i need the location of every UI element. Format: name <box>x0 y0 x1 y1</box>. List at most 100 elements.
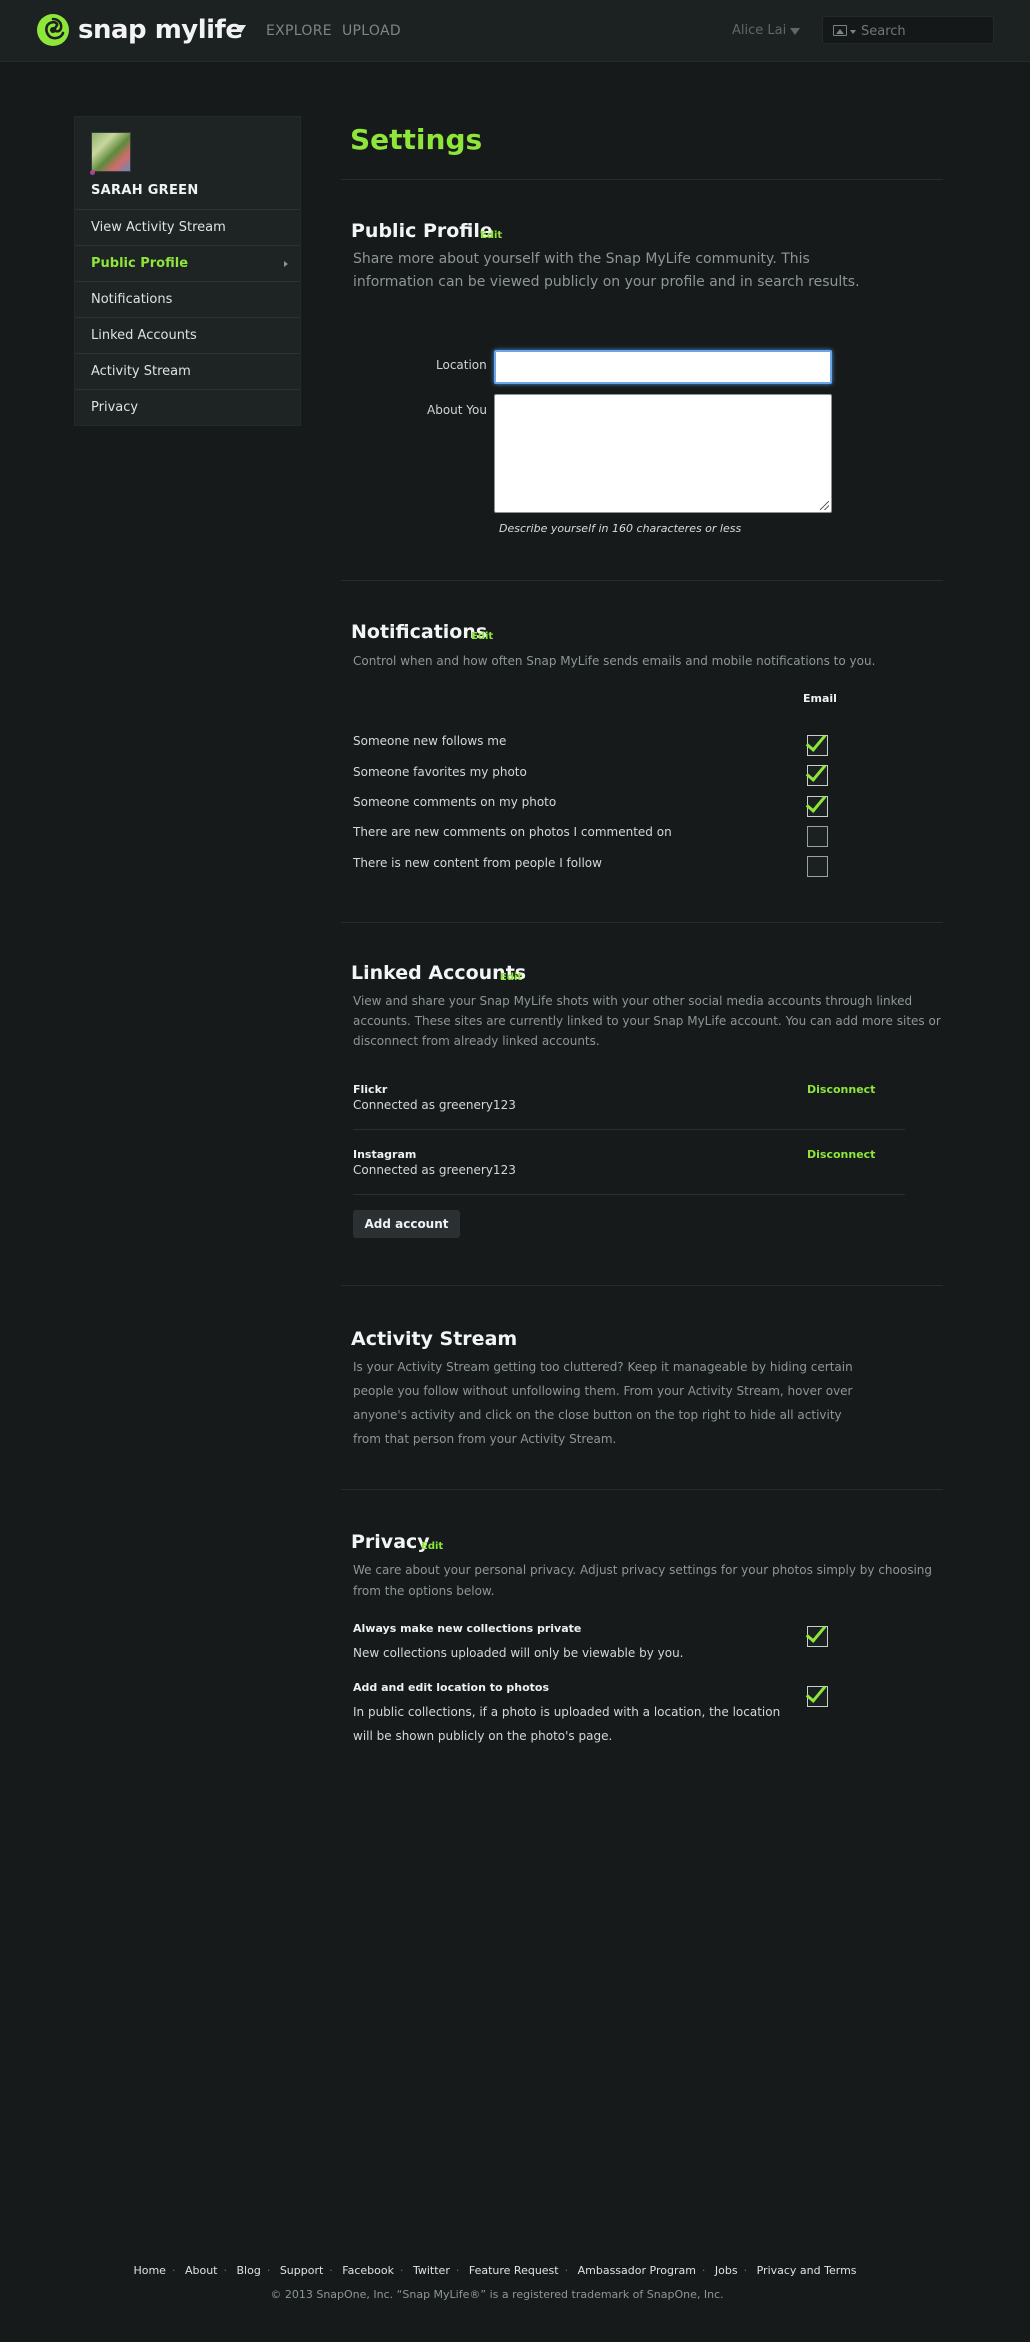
chevron-right-icon <box>284 261 288 267</box>
snap-mylife-logo-icon <box>37 14 69 46</box>
footer-link-support[interactable]: Support <box>280 2264 323 2277</box>
chevron-down-icon[interactable] <box>236 25 246 33</box>
separator: · <box>266 2264 271 2277</box>
activity-stream-title: Activity Stream <box>351 1328 518 1350</box>
separator: · <box>564 2264 569 2277</box>
about-you-hint: Describe yourself in 160 characteres or … <box>499 522 742 535</box>
email-checkbox-favorites[interactable] <box>807 765 828 786</box>
separator: · <box>399 2264 404 2277</box>
separator: · <box>223 2264 227 2277</box>
footer-link-facebook[interactable]: Facebook <box>342 2264 394 2277</box>
footer-link-feature-request[interactable]: Feature Request <box>469 2264 559 2277</box>
public-profile-desc-line: Share more about yourself with the Snap … <box>353 251 810 267</box>
email-checkbox-comments-commented[interactable] <box>807 826 828 847</box>
top-navigation-bar: snap mylife EXPLORE UPLOAD Alice Lai <box>0 0 1030 62</box>
notification-row-label: There are new comments on photos I comme… <box>353 825 672 839</box>
disconnect-instagram-link[interactable]: Disconnect <box>807 1148 875 1161</box>
public-profile-title: Public Profile <box>351 220 493 242</box>
sidebar-item-label: Privacy <box>91 400 139 415</box>
email-checkbox-new-content[interactable] <box>807 856 828 877</box>
privacy-option-desc: In public collections, if a photo is upl… <box>353 1705 781 1719</box>
linked-accounts-desc-line: View and share your Snap MyLife shots wi… <box>353 994 913 1008</box>
user-menu[interactable]: Alice Lai <box>732 23 786 38</box>
avatar[interactable] <box>91 132 131 172</box>
divider <box>353 1129 905 1130</box>
resize-handle-icon[interactable] <box>820 501 829 510</box>
footer-links: Home · About · Blog · Support · Facebook · Tw… <box>0 2264 990 2277</box>
account-status: Connected as greenery123 <box>353 1163 516 1177</box>
logo-text: snap mylife <box>78 15 243 45</box>
linked-accounts-edit-link[interactable]: Edit <box>500 972 522 983</box>
divider <box>341 179 943 180</box>
divider <box>341 1285 943 1286</box>
location-field[interactable] <box>494 350 832 384</box>
search-input[interactable] <box>861 21 987 41</box>
privacy-edit-link[interactable]: Edit <box>421 1541 443 1552</box>
footer-copyright: © 2013 SnapOne, Inc. “Snap MyLife®” is a… <box>270 2288 724 2301</box>
sidebar-item-activity-stream[interactable]: Activity Stream <box>75 353 300 389</box>
divider <box>341 580 943 581</box>
notification-row-label: Someone comments on my photo <box>353 795 557 809</box>
divider <box>353 1194 905 1195</box>
email-checkbox-new-follower[interactable] <box>807 735 828 756</box>
sidebar-item-privacy[interactable]: Privacy <box>75 389 300 425</box>
sidebar-item-view-activity-stream[interactable]: View Activity Stream <box>75 209 300 245</box>
separator: · <box>743 2264 748 2277</box>
separator: · <box>171 2264 176 2277</box>
sidebar-item-label: View Activity Stream <box>91 220 226 235</box>
add-account-button[interactable]: Add account <box>353 1210 460 1238</box>
chevron-down-icon[interactable] <box>790 28 800 35</box>
privacy-title: Privacy <box>351 1531 430 1553</box>
footer-link-blog[interactable]: Blog <box>236 2264 260 2277</box>
sidebar-user-name: SARAH GREEN <box>91 183 199 198</box>
notifications-desc: Control when and how often Snap MyLife s… <box>353 654 876 668</box>
activity-stream-desc-line: people you follow without unfollowing th… <box>353 1384 853 1398</box>
location-label: Location <box>436 358 487 372</box>
linked-accounts-desc-line: accounts. These sites are currently link… <box>353 1014 941 1028</box>
privacy-option-desc: will be shown publicly on the photo's pa… <box>353 1729 613 1743</box>
footer-link-jobs[interactable]: Jobs <box>715 2264 738 2277</box>
status-dot <box>90 170 95 175</box>
separator: · <box>455 2264 460 2277</box>
about-you-label: About You <box>427 403 487 417</box>
separator: · <box>701 2264 706 2277</box>
activity-stream-desc-line: from that person from your Activity Stre… <box>353 1432 617 1446</box>
email-checkbox-comments[interactable] <box>807 796 828 817</box>
public-profile-edit-link[interactable]: Edit <box>480 230 502 241</box>
footer-link-ambassador[interactable]: Ambassador Program <box>578 2264 696 2277</box>
sidebar-item-notifications[interactable]: Notifications <box>75 281 300 317</box>
divider <box>341 1489 943 1490</box>
location-photos-checkbox[interactable] <box>807 1686 828 1707</box>
about-you-field[interactable] <box>494 394 832 513</box>
image-icon[interactable] <box>833 25 847 36</box>
footer-link-about[interactable]: About <box>185 2264 218 2277</box>
notifications-title: Notifications <box>351 621 488 643</box>
notification-row-label: There is new content from people I follo… <box>353 856 602 870</box>
sidebar-item-label: Activity Stream <box>91 364 191 379</box>
email-column-header: Email <box>803 692 837 705</box>
sidebar-item-label: Notifications <box>91 292 173 307</box>
sidebar-item-label: Linked Accounts <box>91 328 197 343</box>
footer-link-twitter[interactable]: Twitter <box>413 2264 450 2277</box>
disconnect-flickr-link[interactable]: Disconnect <box>807 1083 875 1096</box>
notifications-edit-link[interactable]: Edit <box>471 631 493 642</box>
page-title: Settings <box>350 123 483 156</box>
nav-explore[interactable]: EXPLORE <box>266 23 332 39</box>
footer-link-home[interactable]: Home <box>133 2264 165 2277</box>
private-collections-checkbox[interactable] <box>807 1626 828 1647</box>
chevron-down-icon[interactable] <box>850 30 856 34</box>
linked-accounts-desc-line: disconnect from already linked accounts. <box>353 1034 600 1048</box>
divider <box>341 922 943 923</box>
notification-row-label: Someone new follows me <box>353 734 507 748</box>
footer-link-privacy-terms[interactable]: Privacy and Terms <box>757 2264 857 2277</box>
sidebar-item-public-profile[interactable]: Public Profile <box>75 245 300 281</box>
settings-sidebar: SARAH GREEN View Activity Stream Public … <box>74 116 301 426</box>
account-status: Connected as greenery123 <box>353 1098 516 1112</box>
account-name-flickr: Flickr <box>353 1083 388 1096</box>
logo[interactable]: snap mylife <box>36 13 243 47</box>
search-box <box>822 16 994 44</box>
nav-upload[interactable]: UPLOAD <box>342 23 401 39</box>
sidebar-item-linked-accounts[interactable]: Linked Accounts <box>75 317 300 353</box>
activity-stream-desc-line: Is your Activity Stream getting too clut… <box>353 1360 853 1374</box>
activity-stream-desc-line: anyone's activity and click on the close… <box>353 1408 842 1422</box>
